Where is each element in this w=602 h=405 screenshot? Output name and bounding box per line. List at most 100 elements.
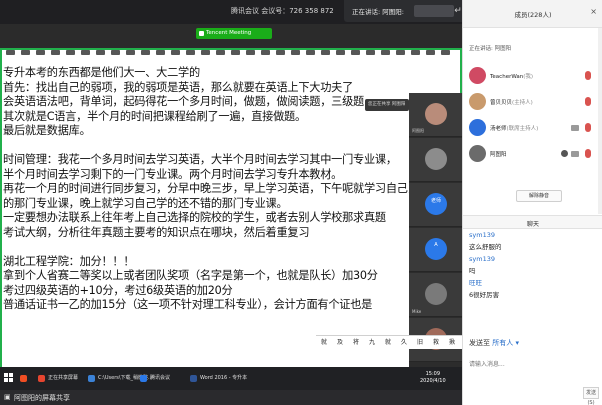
participant-initials: A — [434, 242, 438, 248]
shared-screen: Tencent Meeting 专升本考的东西都是他们大一、大二学的 首先：找出自… — [0, 24, 462, 390]
screen-share-icon — [561, 150, 568, 157]
taskbar-item[interactable]: Word 2016 - 专升本 — [188, 371, 247, 386]
video-tile[interactable]: 老师 — [409, 183, 462, 227]
chevron-down-icon[interactable]: ▾ — [515, 339, 519, 347]
close-icon[interactable]: × — [590, 7, 597, 16]
screen-share-icon: ▣ — [4, 393, 11, 401]
ime-candidate[interactable]: 救 — [428, 336, 444, 350]
member-name: TeacherWan(我) — [490, 72, 533, 80]
send-to-label: 发送至 — [469, 339, 490, 347]
participant-avatar — [425, 283, 447, 305]
unmute-all-button[interactable]: 解除静音 — [516, 190, 562, 202]
ime-candidate[interactable]: 将 — [348, 336, 364, 350]
member-name-text: TeacherWan — [490, 74, 524, 80]
document-line: 一定要想办法联系上往年考上自己选择的院校的学生，或者去别人学校那求真题 — [3, 211, 386, 224]
member-avatar — [469, 145, 486, 162]
mic-muted-icon[interactable] — [585, 97, 591, 106]
chat-message: 这么舒服的 — [469, 243, 502, 251]
mic-muted-icon[interactable] — [585, 71, 591, 80]
document-line — [3, 139, 403, 154]
document-line: 会英语语法吧，背单词，起码得花一个多月时间，做题，做阅读题，三级题 — [3, 95, 364, 108]
shared-app-bar: Tencent Meeting — [0, 24, 462, 55]
camera-icon[interactable] — [571, 151, 579, 157]
taskbar-item[interactable]: 腾讯会议 — [138, 371, 170, 386]
send-button[interactable]: 发送(S) — [583, 387, 599, 405]
member-name-text: 阿图阳 — [490, 152, 507, 158]
document-line: 湖北工程学院：加分！！！ — [3, 254, 135, 268]
meeting-title: 腾讯会议 会议号：726 358 872 — [231, 7, 334, 15]
chat-message: 6很好厉害 — [469, 291, 500, 299]
document-line: 半个月时间去学习剩下的一门专业课。两个月时间去学习专升本教材。 — [3, 167, 343, 181]
chat-sender[interactable]: sym139 — [469, 230, 597, 241]
speaking-label: 正在讲话: 阿图阳: — [352, 8, 404, 16]
member-role: (主持人) — [512, 100, 533, 106]
chat-title: 聊天 — [526, 221, 539, 228]
member-row[interactable]: 阿图阳 — [463, 142, 602, 166]
taskbar-item[interactable]: 正在共享屏幕 — [36, 371, 78, 386]
sharing-app-badge: Tencent Meeting — [196, 28, 272, 39]
member-avatar — [469, 67, 486, 84]
app-toolbar-icons — [6, 40, 456, 55]
chat-sender[interactable]: sym139 — [469, 254, 597, 265]
document-line: 普通话证书一乙的加15分（这一项不针对理工科专业），会计方面有个证也是 — [3, 298, 373, 311]
document-line: 其次就是C语言，半个月的时间把课程给刷了一遍，直接做题。 — [3, 109, 306, 123]
video-tile[interactable] — [409, 138, 462, 182]
speaking-avatar-placeholder — [414, 5, 454, 17]
ime-candidate[interactable]: 就 — [316, 336, 332, 350]
members-title: 成员(228人) — [514, 11, 552, 19]
windows-taskbar: 正在共享屏幕 C:\Users\下载_稍微整... 腾讯会议 Word 2016 - … — [0, 367, 462, 390]
ime-candidate-bar[interactable]: 就及将九就久旧救揪 — [316, 335, 462, 349]
participant-avatar — [425, 148, 447, 170]
participant-name: 阿图阳 — [412, 128, 424, 133]
participant-name: Mike — [412, 309, 422, 314]
video-tile[interactable]: Mike — [409, 273, 462, 317]
mic-muted-icon[interactable] — [585, 149, 591, 158]
screen-share-status-bar: ▣ 阿图阳的屏幕共享 — [0, 390, 462, 405]
mic-muted-icon[interactable] — [585, 123, 591, 132]
member-role: (联席主持人) — [506, 126, 539, 132]
taskbar-item[interactable] — [18, 371, 30, 386]
member-name-text: 汤老师 — [490, 126, 507, 132]
member-name-text: 曾贝贝贝 — [490, 100, 513, 106]
member-role: (我) — [523, 74, 534, 80]
ime-candidate[interactable]: 九 — [364, 336, 380, 350]
video-tile[interactable]: 阿图阳 — [409, 93, 462, 137]
ime-candidate[interactable]: 久 — [396, 336, 412, 350]
chat-message-list: sym139 这么舒服的 sym139 吗旺旺 6很好厉害 — [469, 230, 597, 302]
document-line: 考试大纲，分析往年真题主要考的知识点在哪块，然后着重复习 — [3, 225, 310, 239]
document-line: 再花一个月的时间进行同步复习，分早中晚三步，早上学习英语，下午呢就学习自己比较弱… — [3, 182, 452, 195]
document-line: 拿到个人省赛二等奖以上或者团队奖项（名字是第一个，也就是队长）加30分 — [3, 269, 378, 282]
clock-date: 2020/4/10 — [420, 378, 446, 384]
ime-candidate[interactable]: 揪 — [444, 336, 460, 350]
sharing-float-toolbar[interactable]: 您正在共享 阿图阳 — [365, 99, 409, 111]
video-tile-column: 阿图阳老师 A Mike — [409, 93, 462, 367]
document-line: 最后就是数据库。 — [3, 124, 91, 137]
document-line: 的那门专业课，晚上就学习自己学的还不错的那门专业课。 — [3, 196, 288, 210]
send-to-target[interactable]: 所有人 — [492, 339, 513, 347]
ime-candidate[interactable]: 就 — [380, 336, 396, 350]
document-line: 考过四级英语的+10分，考过6级英语的加20分 — [3, 283, 233, 297]
document-line: 专升本考的东西都是他们大一、大二学的 — [3, 66, 200, 79]
ime-candidate[interactable]: 旧 — [412, 336, 428, 350]
member-row[interactable]: 曾贝贝贝(主持人) — [463, 90, 602, 114]
participant-initials: 老师 — [430, 198, 441, 204]
speaking-banner: 正在讲话: 阿图阳: — [344, 0, 468, 22]
meeting-window: 腾讯会议 会议号：726 358 872 正在讲话: 阿图阳: ↵ Tencen… — [0, 0, 602, 405]
members-header: 成员(228人) × — [463, 0, 602, 28]
document-line: 首先：找出自己的弱项，我的弱项是英语，那么就要在英语上下大功夫了 — [3, 80, 354, 94]
member-row[interactable]: TeacherWan(我) — [463, 64, 602, 88]
ime-candidate[interactable]: 及 — [332, 336, 348, 350]
video-tile[interactable]: A — [409, 228, 462, 272]
windows-start-icon[interactable] — [4, 373, 14, 383]
participant-avatar — [425, 103, 447, 125]
member-row[interactable]: 汤老师(联席主持人) — [463, 116, 602, 140]
chat-input[interactable] — [469, 352, 595, 376]
clock-time: 15:09 — [425, 371, 441, 377]
chat-sender[interactable]: 旺旺 — [469, 278, 597, 289]
send-to-row[interactable]: 发送至 所有人 ▾ — [469, 338, 519, 348]
camera-icon[interactable] — [571, 125, 579, 131]
taskbar-clock: 15:09 2020/4/10 — [420, 371, 446, 385]
side-panel: 成员(228人) × 正在讲话: 阿图阳 TeacherWan(我) 曾贝贝贝(主… — [462, 0, 602, 405]
sharing-text: 阿图阳的屏幕共享 — [14, 394, 70, 402]
member-name: 汤老师(联席主持人) — [490, 124, 538, 132]
